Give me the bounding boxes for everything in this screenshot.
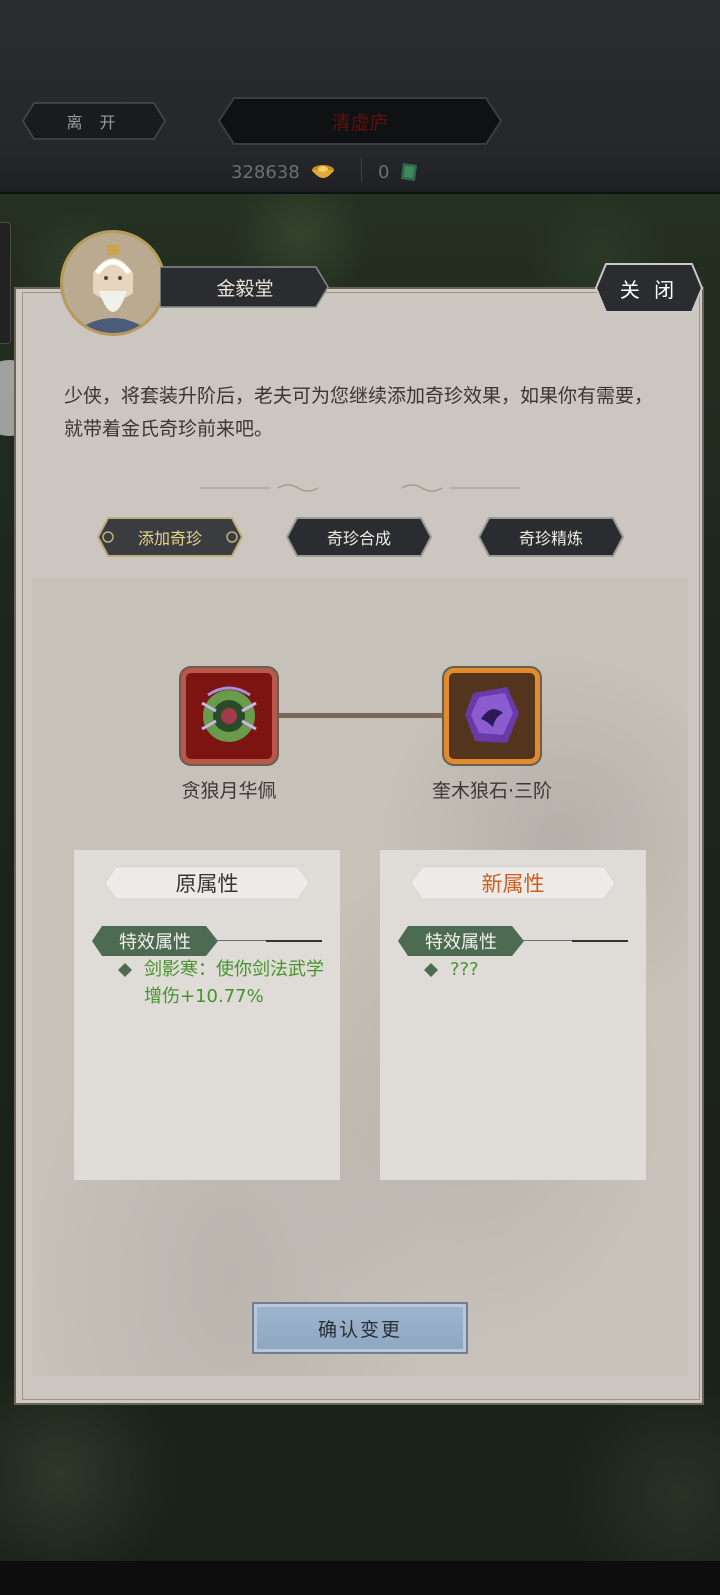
- purple-stone-icon: [465, 687, 519, 743]
- jade-icon: [401, 163, 418, 181]
- leave-button[interactable]: 离 开: [22, 102, 166, 140]
- jade-amount: 0: [378, 161, 390, 183]
- original-effect-tag: 特效属性: [119, 932, 191, 953]
- tab-refine[interactable]: 奇珍精炼: [477, 516, 625, 558]
- close-button[interactable]: 关 闭: [594, 262, 704, 314]
- tag-divider-accent: [266, 940, 322, 942]
- original-attributes-card: 原属性 特效属性 剑影寒：使你剑法武学增伤+10.77%: [74, 850, 340, 1180]
- jade-counter: 0: [378, 157, 419, 187]
- diamond-bullet-icon: [118, 963, 132, 977]
- jade-pendant-icon: [201, 686, 257, 742]
- elder-portrait-icon: [63, 233, 163, 333]
- item-connector: [277, 713, 444, 718]
- tab-synthesize[interactable]: 奇珍合成: [285, 516, 433, 558]
- silver-amount: 328638: [231, 161, 300, 183]
- original-effect-text: 剑影寒：使你剑法武学增伤+10.77%: [144, 959, 324, 1007]
- npc-avatar: [60, 230, 166, 336]
- tab-add-treasure[interactable]: 添加奇珍: [96, 516, 244, 558]
- new-effect-text: ???: [450, 959, 479, 980]
- divider-ornament: [200, 484, 520, 492]
- diamond-bullet-icon: [424, 963, 438, 977]
- silver-counter: 328638: [231, 157, 336, 187]
- npc-name: 金毅堂: [216, 277, 274, 300]
- gold-ingot-icon: [311, 165, 334, 178]
- navigation-bar: [0, 1561, 720, 1595]
- side-drawer-handle[interactable]: [0, 222, 11, 344]
- source-item-name: 贪狼月华佩: [181, 780, 277, 802]
- new-title: 新属性: [481, 872, 545, 896]
- npc-dialog-text: 少侠，将套装升阶后，老夫可为您继续添加奇珍效果，如果你有需要，就带着金氏奇珍前来…: [64, 385, 654, 440]
- currency-divider: [361, 158, 362, 182]
- new-effect-tag: 特效属性: [425, 932, 497, 953]
- tag-divider-accent: [572, 940, 628, 942]
- original-title: 原属性: [175, 872, 239, 896]
- source-item-slot[interactable]: [181, 668, 277, 764]
- target-item-name: 奎木狼石·三阶: [431, 780, 553, 802]
- location-title: 清虚庐: [331, 111, 389, 134]
- new-attributes-card: 新属性 特效属性 ???: [380, 850, 646, 1180]
- confirm-change-button[interactable]: 确认变更: [252, 1302, 468, 1354]
- target-item-slot[interactable]: [444, 668, 540, 764]
